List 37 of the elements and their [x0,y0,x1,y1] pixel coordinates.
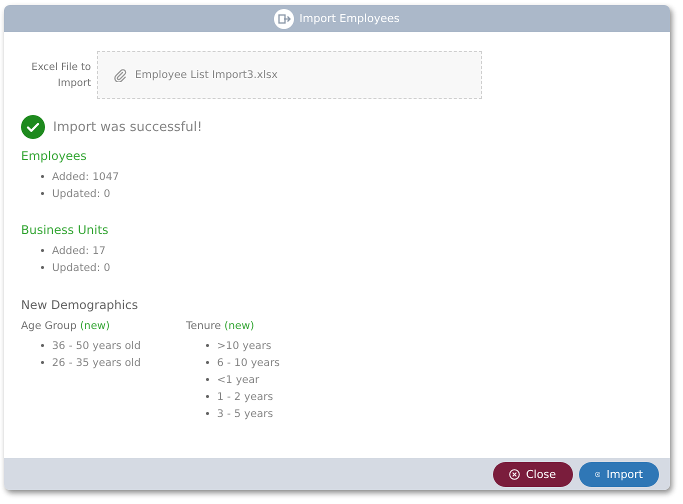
bullet-icon [41,192,44,195]
bullet-icon [41,175,44,178]
bullet-icon [206,361,209,364]
close-button[interactable]: Close [493,462,573,486]
bullet-icon [41,249,44,252]
list-item: 1 - 2 years [217,390,274,402]
section-heading: New Demographics [21,298,139,312]
list-item: Added: 17 [52,244,106,256]
bullet-icon [206,344,209,347]
list-item: 6 - 10 years [217,356,280,368]
list-item: 36 - 50 years old [52,340,141,352]
bullet-icon [206,395,209,398]
section-heading: Business Units [21,223,110,237]
bullet-icon [41,266,44,269]
bullet-icon [41,361,44,364]
bullet-icon [206,378,209,381]
window-title: Import Employees [299,12,400,25]
import-icon [274,8,294,28]
bullet-icon [206,412,209,415]
list-item: <1 year [217,374,260,386]
file-drop-field[interactable]: Employee List Import3.xlsx [97,51,482,99]
list-item: Updated: 0 [52,188,110,200]
list-item: 26 - 35 years old [52,356,141,368]
import-button[interactable]: Import [579,462,659,486]
file-label: Excel File to Import [30,61,91,91]
list-item: Added: 1047 [52,170,120,182]
paperclip-icon [113,68,127,82]
group-label: Age Group (new) [21,320,111,332]
success-message: Import was successful! [53,120,202,134]
group-label: Tenure (new) [186,320,256,332]
list-item: >10 years [217,340,272,352]
list-item: 3 - 5 years [217,408,274,420]
section-heading: Employees [21,149,88,163]
list-item: Updated: 0 [52,262,110,274]
check-circle-icon [21,115,45,139]
circle-x-icon [509,468,520,480]
bullet-icon [41,344,44,347]
